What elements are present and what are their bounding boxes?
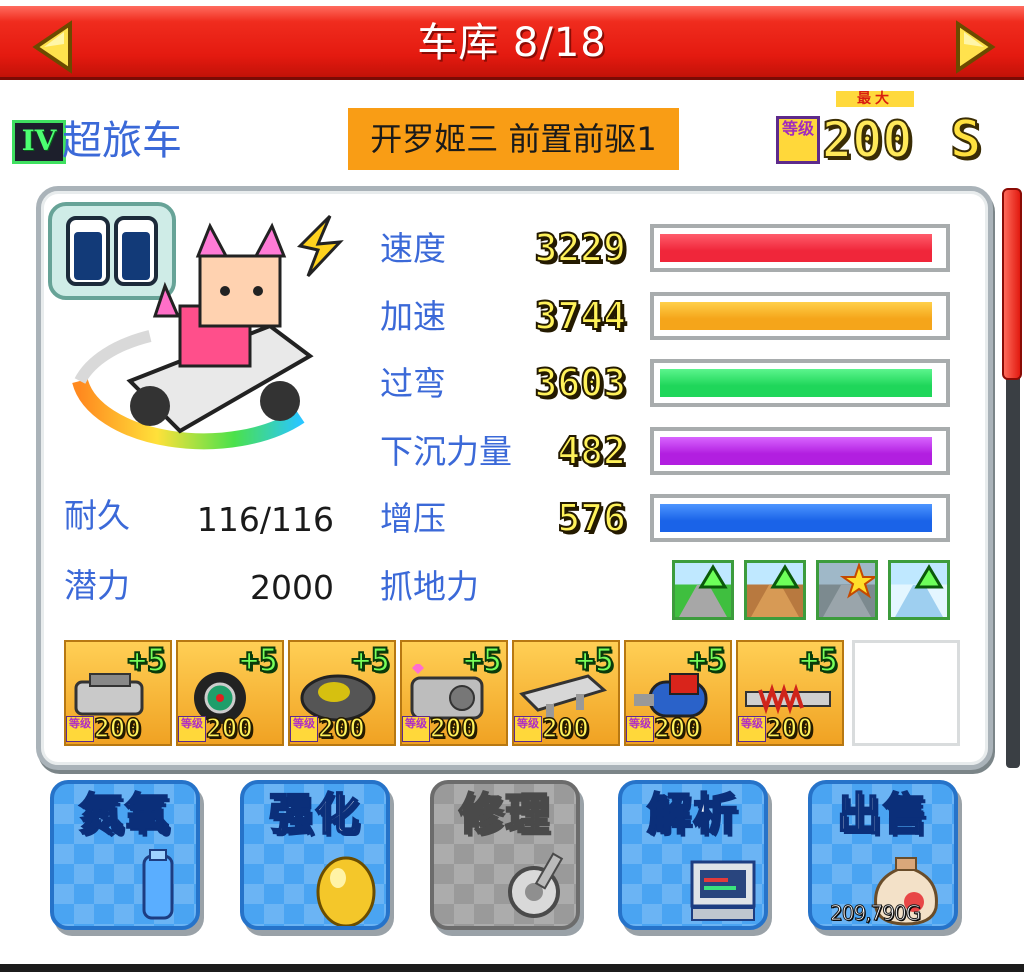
part-level-chip: 等级 — [738, 716, 766, 742]
car-name[interactable]: 开罗姬三 前置前驱1 — [348, 108, 679, 170]
car-portrait-icon — [72, 214, 344, 450]
part-level-chip: 等级 — [514, 716, 542, 742]
part-plus: +5 — [462, 641, 503, 679]
part-level: 200 — [765, 713, 813, 745]
golden-egg-icon — [316, 856, 376, 926]
stat-cornering-bar — [650, 359, 950, 407]
next-car-button[interactable] — [952, 20, 998, 74]
snow-road-icon[interactable] — [888, 560, 950, 620]
part-level: 200 — [205, 713, 253, 745]
upgrade-button[interactable]: 强化 — [240, 780, 390, 930]
durability-value: 116/116 — [196, 500, 334, 539]
stat-accel-label: 加速 — [380, 297, 446, 336]
car-type-label: 超旅车 — [62, 118, 182, 164]
stat-boost-bar-fill — [660, 504, 932, 532]
stat-boost-bar — [650, 494, 950, 542]
durability-label: 耐久 — [64, 496, 130, 535]
dirt-road-icon[interactable] — [744, 560, 806, 620]
part-level: 200 — [541, 713, 589, 745]
part-level: 200 — [653, 713, 701, 745]
grass-road-icon[interactable] — [672, 560, 734, 620]
potential-label: 潜力 — [64, 566, 130, 605]
header-bar: 车库 8/18 — [0, 0, 1024, 80]
nitro-button[interactable]: 氮氧 — [50, 780, 200, 930]
part-level: 200 — [93, 713, 141, 745]
repair-button[interactable]: 修理 — [430, 780, 580, 930]
part-level-chip: 等级 — [66, 716, 94, 742]
max-level-label: 最大 — [836, 91, 914, 107]
stat-accel-bar-fill — [660, 302, 932, 330]
car-rank: S — [949, 110, 982, 170]
money-amount: 209,790G — [829, 901, 921, 925]
car-level: 200 — [821, 111, 913, 169]
stat-speed-bar-fill — [660, 234, 932, 262]
car-class-badge: IV — [12, 120, 66, 164]
stat-speed-bar — [650, 224, 950, 272]
part-slot-tire[interactable]: +5 等级 200 — [176, 640, 284, 746]
part-level: 200 — [429, 713, 477, 745]
part-slot-turbo[interactable]: +5 等级 200 — [400, 640, 508, 746]
stat-boost-label: 增压 — [380, 499, 446, 538]
part-plus: +5 — [238, 641, 279, 679]
part-slot-brake[interactable]: +5 等级 200 — [288, 640, 396, 746]
gravel-road-star-icon[interactable] — [816, 560, 879, 620]
bottom-divider — [0, 964, 1024, 972]
analyze-button-label: 解析 — [646, 789, 739, 841]
triangle-right-icon — [956, 20, 996, 74]
stat-boost-value: 576 — [556, 496, 627, 540]
part-plus: +5 — [686, 641, 727, 679]
part-slot-engine[interactable]: +5 等级 200 — [64, 640, 172, 746]
stat-downforce-label: 下沉力量 — [380, 432, 512, 471]
part-plus: +5 — [798, 641, 839, 679]
part-plus: +5 — [574, 641, 615, 679]
stat-downforce-bar — [650, 427, 950, 475]
part-level-chip: 等级 — [290, 716, 318, 742]
part-level-chip: 等级 — [626, 716, 654, 742]
part-slot-suspension[interactable]: +5 等级 200 — [736, 640, 844, 746]
sell-button-label: 出售 — [836, 789, 929, 841]
page-title: 车库 8/18 — [417, 20, 607, 66]
scrollbar-thumb[interactable] — [1002, 188, 1022, 380]
repair-button-label: 修理 — [458, 789, 551, 841]
part-level-chip: 等级 — [402, 716, 430, 742]
stat-cornering-value: 3603 — [533, 361, 627, 405]
part-slot-nitro-tank[interactable]: +5 等级 200 — [624, 640, 732, 746]
part-slot-empty[interactable] — [852, 640, 960, 746]
part-plus: +5 — [126, 641, 167, 679]
grip-label: 抓地力 — [380, 567, 479, 606]
stat-downforce-bar-fill — [660, 437, 932, 465]
nitro-button-label: 氮氧 — [78, 789, 171, 841]
computer-icon — [690, 860, 756, 921]
stat-accel-value: 3744 — [533, 294, 627, 338]
potential-value: 2000 — [250, 568, 334, 607]
wrench-gear-icon — [508, 852, 564, 918]
level-chip: 等级 — [776, 116, 820, 164]
part-level: 200 — [317, 713, 365, 745]
stat-cornering-label: 过弯 — [380, 364, 446, 403]
stat-downforce-value: 482 — [556, 429, 627, 473]
upgrade-button-label: 强化 — [268, 789, 361, 841]
stat-cornering-bar-fill — [660, 369, 932, 397]
stat-accel-bar — [650, 292, 950, 340]
stat-speed-value: 3229 — [533, 226, 627, 270]
nitro-bottle-icon — [142, 849, 174, 920]
part-level-chip: 等级 — [178, 716, 206, 742]
analyze-button[interactable]: 解析 — [618, 780, 768, 930]
part-plus: +5 — [350, 641, 391, 679]
stat-speed-label: 速度 — [380, 229, 446, 268]
part-slot-spoiler[interactable]: +5 等级 200 — [512, 640, 620, 746]
